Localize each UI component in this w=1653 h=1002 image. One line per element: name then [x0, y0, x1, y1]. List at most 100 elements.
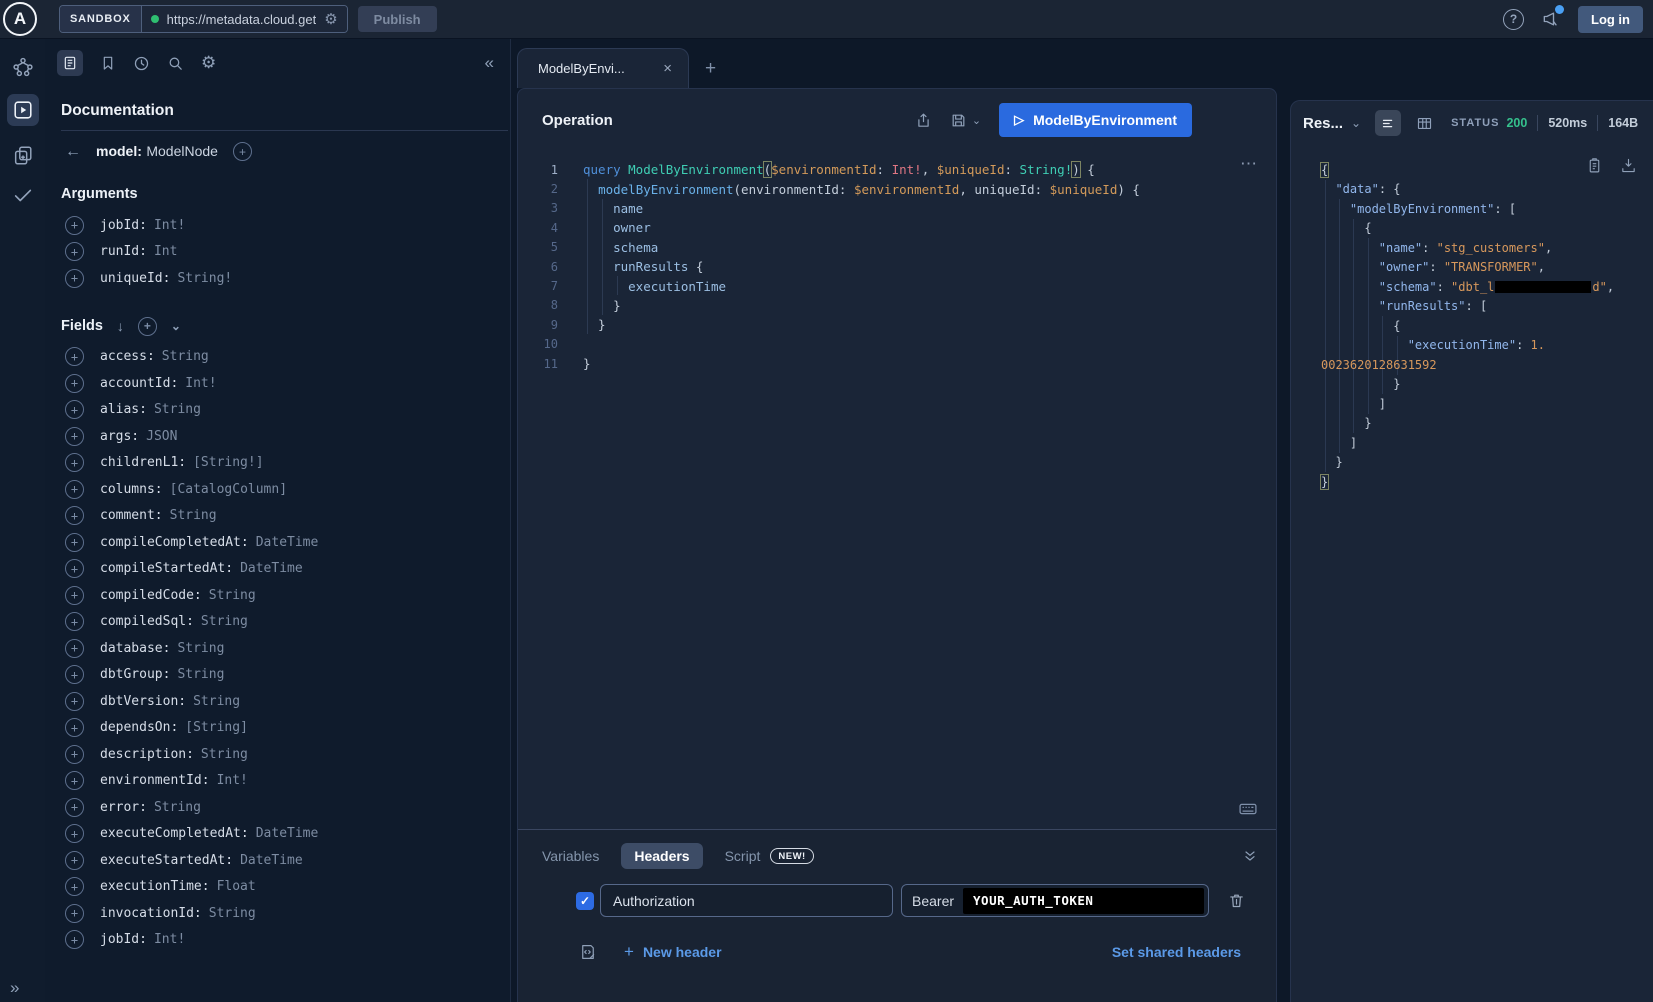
add-field-icon[interactable]: +	[65, 718, 84, 737]
field-type[interactable]: [String]	[185, 720, 248, 735]
operation-collections-icon[interactable]	[12, 144, 34, 166]
field-type[interactable]: DateTime	[256, 826, 319, 841]
save-options-chevron-icon[interactable]: ⌄	[972, 114, 981, 127]
new-header-button[interactable]: + New header	[624, 942, 722, 962]
keyboard-shortcuts-icon[interactable]	[1238, 799, 1258, 819]
field-row[interactable]: +error:String	[61, 794, 510, 821]
save-operation-icon[interactable]	[950, 112, 967, 129]
field-row[interactable]: +compileStartedAt:DateTime	[61, 556, 510, 583]
field-type[interactable]: Float	[217, 879, 256, 894]
tab-variables[interactable]: Variables	[542, 848, 599, 864]
argument-type[interactable]: Int	[154, 244, 177, 259]
add-field-icon[interactable]: +	[65, 559, 84, 578]
field-row[interactable]: +compileCompletedAt:DateTime	[61, 529, 510, 556]
code-line[interactable]: 6 runResults {	[518, 257, 1276, 276]
add-field-icon[interactable]: +	[65, 639, 84, 658]
add-field-icon[interactable]: +	[65, 612, 84, 631]
field-row[interactable]: +executeStartedAt:DateTime	[61, 847, 510, 874]
add-argument-icon[interactable]: +	[65, 216, 84, 235]
publish-button[interactable]: Publish	[358, 6, 437, 32]
header-enabled-checkbox[interactable]: ✓	[576, 892, 594, 910]
argument-type[interactable]: Int!	[154, 218, 185, 233]
endpoint-url-area[interactable]: https://metadata.cloud.get ⚙	[142, 6, 347, 32]
field-row[interactable]: +invocationId:String	[61, 900, 510, 927]
field-type[interactable]: String	[170, 508, 217, 523]
add-field-icon[interactable]: +	[65, 692, 84, 711]
run-operation-button[interactable]: ▷ ModelByEnvironment	[999, 103, 1192, 137]
add-field-icon[interactable]: +	[65, 665, 84, 684]
argument-row[interactable]: +jobId:Int!	[61, 212, 510, 239]
field-type[interactable]: String	[177, 641, 224, 656]
field-row[interactable]: +accountId:Int!	[61, 370, 510, 397]
field-type[interactable]: String	[201, 747, 248, 762]
add-model-icon[interactable]: +	[233, 142, 252, 161]
field-row[interactable]: +compiledSql:String	[61, 609, 510, 636]
add-field-icon[interactable]: +	[65, 824, 84, 843]
field-row[interactable]: +database:String	[61, 635, 510, 662]
delete-header-icon[interactable]	[1228, 892, 1245, 909]
code-line[interactable]: 1query ModelByEnvironment($environmentId…	[518, 160, 1276, 179]
field-row[interactable]: +environmentId:Int!	[61, 768, 510, 795]
field-row[interactable]: +columns:[CatalogColumn]	[61, 476, 510, 503]
connection-settings-gear-icon[interactable]: ⚙	[324, 12, 337, 27]
add-field-icon[interactable]: +	[65, 904, 84, 923]
field-row[interactable]: +dbtGroup:String	[61, 662, 510, 689]
code-line[interactable]: 11}	[518, 354, 1276, 373]
share-operation-icon[interactable]	[915, 112, 932, 129]
field-type[interactable]: DateTime	[240, 561, 303, 576]
code-line[interactable]: 5 schema	[518, 238, 1276, 257]
field-type[interactable]: Int!	[217, 773, 248, 788]
apollo-logo-icon[interactable]: A	[3, 2, 37, 36]
new-tab-icon[interactable]: +	[705, 58, 716, 88]
add-field-icon[interactable]: +	[65, 347, 84, 366]
graphql-editor[interactable]: ⋯ 1query ModelByEnvironment($environment…	[518, 151, 1276, 829]
add-field-icon[interactable]: +	[65, 480, 84, 499]
field-type[interactable]: [CatalogColumn]	[170, 482, 287, 497]
add-argument-icon[interactable]: +	[65, 242, 84, 261]
environment-variables-icon[interactable]	[579, 943, 597, 961]
add-argument-icon[interactable]: +	[65, 269, 84, 288]
explorer-nav-icon[interactable]	[7, 94, 39, 126]
docs-model-type[interactable]: ModelNode	[146, 143, 218, 159]
add-field-icon[interactable]: +	[65, 798, 84, 817]
argument-row[interactable]: +uniqueId:String!	[61, 265, 510, 292]
add-field-icon[interactable]: +	[65, 453, 84, 472]
code-line[interactable]: 7 executionTime	[518, 276, 1276, 295]
field-type[interactable]: String	[209, 906, 256, 921]
field-row[interactable]: +dbtVersion:String	[61, 688, 510, 715]
add-field-icon[interactable]: +	[65, 506, 84, 525]
field-row[interactable]: +comment:String	[61, 503, 510, 530]
auth-token-value[interactable]: YOUR_AUTH_TOKEN	[963, 888, 1204, 914]
history-icon[interactable]	[133, 55, 150, 72]
field-row[interactable]: +access:String	[61, 344, 510, 371]
editor-menu-icon[interactable]: ⋯	[1240, 154, 1258, 174]
header-key-input[interactable]	[600, 884, 893, 917]
code-line[interactable]: 10	[518, 335, 1276, 354]
field-row[interactable]: +description:String	[61, 741, 510, 768]
add-field-icon[interactable]: +	[65, 427, 84, 446]
add-field-icon[interactable]: +	[65, 374, 84, 393]
fields-options-chevron-icon[interactable]: ⌄	[171, 319, 181, 333]
field-type[interactable]: [String!]	[193, 455, 263, 470]
tab-headers[interactable]: Headers	[621, 843, 702, 869]
argument-row[interactable]: +runId:Int	[61, 239, 510, 266]
field-type[interactable]: DateTime	[256, 535, 319, 550]
table-view-toggle-icon[interactable]	[1411, 110, 1437, 136]
expand-rail-icon[interactable]: »	[10, 978, 19, 998]
add-field-icon[interactable]: +	[65, 771, 84, 790]
field-type[interactable]: DateTime	[240, 853, 303, 868]
field-type[interactable]: Int!	[154, 932, 185, 947]
explorer-settings-gear-icon[interactable]: ⚙	[201, 53, 216, 73]
add-field-icon[interactable]: +	[65, 877, 84, 896]
field-row[interactable]: +childrenL1:[String!]	[61, 450, 510, 477]
add-all-fields-icon[interactable]: +	[138, 317, 157, 336]
code-line[interactable]: 2 modelByEnvironment(environmentId: $env…	[518, 179, 1276, 198]
operation-tab[interactable]: ModelByEnvi... ×	[517, 48, 689, 88]
raw-view-toggle-icon[interactable]	[1375, 110, 1401, 136]
field-type[interactable]: String	[193, 694, 240, 709]
code-line[interactable]: 3 name	[518, 199, 1276, 218]
help-icon[interactable]: ?	[1503, 9, 1524, 30]
field-type[interactable]: String	[177, 667, 224, 682]
field-row[interactable]: +jobId:Int!	[61, 927, 510, 954]
collapse-docs-icon[interactable]: «	[485, 53, 494, 73]
